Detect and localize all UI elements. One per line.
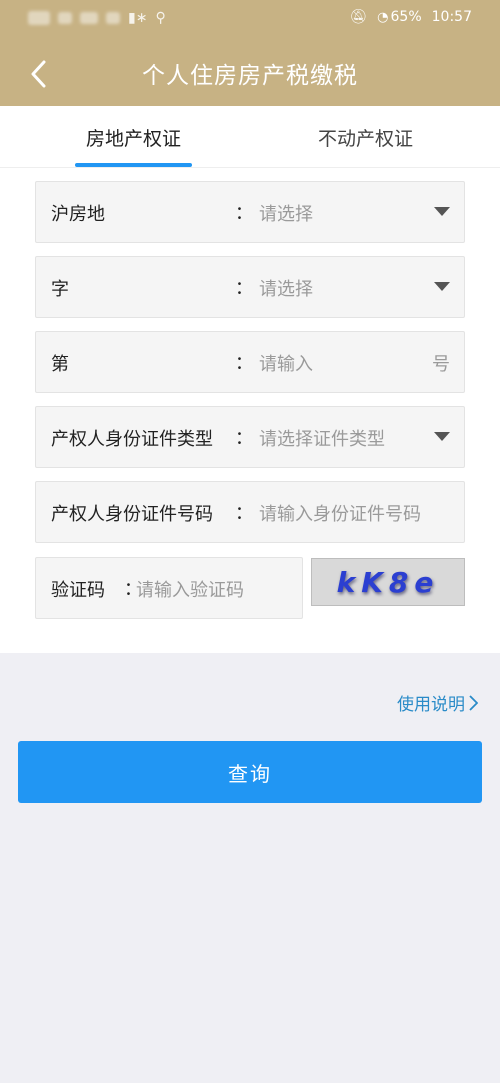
help-link[interactable]: 使用说明 [397, 690, 478, 715]
colon: ： [235, 353, 253, 374]
active-tab-indicator [75, 163, 192, 167]
app-header: ▮∗ ⚲ 🔕︎ ◔ 65% 10:57 个人住房房产税缴税 [0, 0, 500, 106]
location-icon: ⚲ [155, 10, 166, 26]
help-link-label: 使用说明 [397, 695, 465, 715]
colon: ： [235, 503, 253, 524]
captcha-placeholder: 请输入验证码 [136, 580, 244, 601]
captcha-text: kK8e [336, 565, 440, 599]
id-number-placeholder: 请输入身份证件号码 [259, 504, 421, 525]
district-label: 沪房地 [51, 204, 105, 225]
page-title: 个人住房房产税缴税 [142, 63, 358, 89]
colon: ： [235, 428, 253, 449]
number-label: 第 [51, 354, 69, 375]
status-right-icons: 🔕︎ ◔ 65% 10:57 [349, 9, 472, 25]
captcha-input[interactable]: 验证码 ： 请输入验证码 [35, 557, 303, 619]
carrier-icon [28, 11, 50, 25]
captcha-image[interactable]: kK8e [311, 558, 465, 606]
id-number-label: 产权人身份证件号码 [51, 504, 213, 525]
mute-icon: 🔕︎ [349, 9, 368, 25]
district-placeholder: 请选择 [259, 204, 313, 225]
battery-indicator: ◔ 65% [377, 9, 421, 25]
colon: ： [235, 203, 253, 224]
captcha-label: 验证码 [51, 580, 105, 601]
bluetooth-icon: ▮∗ [128, 10, 148, 26]
id-type-select[interactable]: 产权人身份证件类型 ： 请选择证件类型 [35, 406, 465, 468]
tab-bar: 房地产权证 不动产权证 [0, 106, 500, 168]
caret-down-icon [434, 432, 450, 441]
id-type-label: 产权人身份证件类型 [51, 429, 213, 450]
caret-down-icon [434, 282, 450, 291]
id-type-placeholder: 请选择证件类型 [259, 429, 385, 450]
number-placeholder: 请输入 [259, 354, 313, 375]
tab-real-estate-certificate[interactable]: 不动产权证 [318, 124, 413, 168]
word-placeholder: 请选择 [259, 279, 313, 300]
word-label: 字 [51, 279, 69, 300]
number-input[interactable]: 第 ： 请输入 号 [35, 331, 465, 393]
tab-property-certificate[interactable]: 房地产权证 [86, 124, 181, 168]
signal-icon [58, 12, 72, 24]
id-number-input[interactable]: 产权人身份证件号码 ： 请输入身份证件号码 [35, 481, 465, 543]
status-time: 10:57 [431, 9, 472, 25]
chevron-right-icon [469, 694, 478, 711]
status-bar: ▮∗ ⚲ 🔕︎ ◔ 65% 10:57 [0, 0, 500, 36]
word-select[interactable]: 字 ： 请选择 [35, 256, 465, 318]
caret-down-icon [434, 207, 450, 216]
query-button[interactable]: 查询 [18, 741, 482, 803]
number-suffix: 号 [432, 354, 450, 375]
colon: ： [235, 278, 253, 299]
signal-2-icon [80, 12, 98, 24]
battery-percent: 65% [390, 9, 422, 25]
form-card: 房地产权证 不动产权证 沪房地 ： 请选择 字 ： 请选择 第 ： 请输入 号 … [0, 106, 500, 653]
wifi-icon [106, 12, 120, 24]
district-select[interactable]: 沪房地 ： 请选择 [35, 181, 465, 243]
battery-icon: ◔ [377, 9, 389, 25]
status-left-icons: ▮∗ ⚲ [28, 10, 166, 26]
navbar: 个人住房房产税缴税 [0, 44, 500, 104]
